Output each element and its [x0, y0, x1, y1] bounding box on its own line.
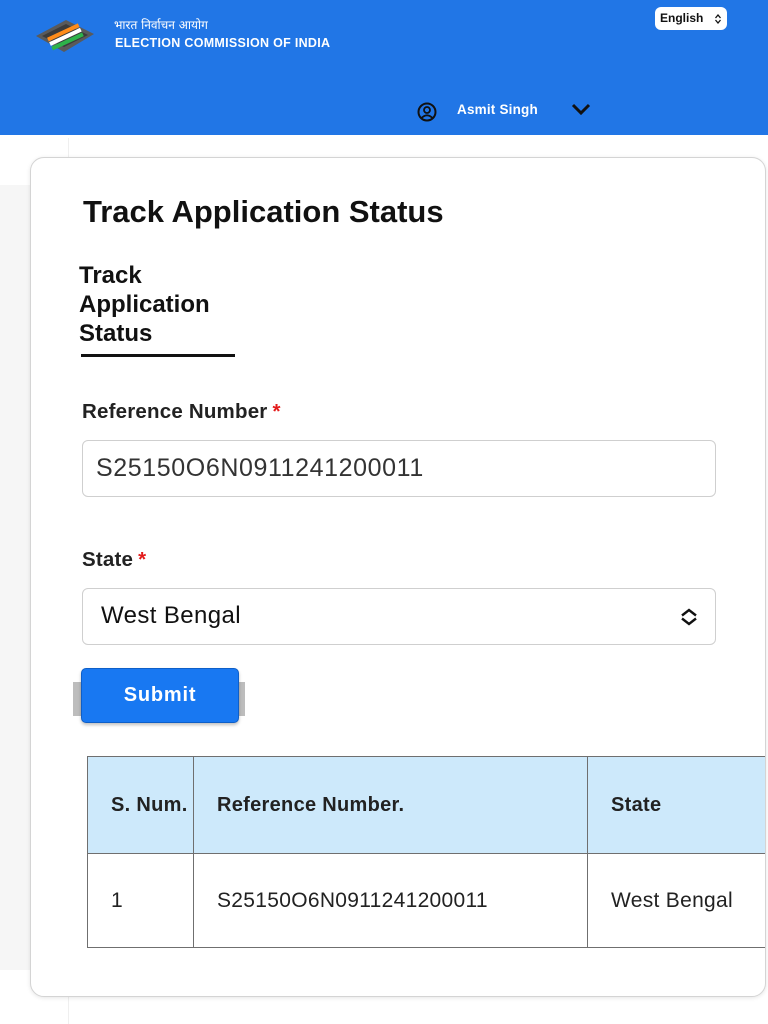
reference-number-input[interactable]	[82, 440, 716, 497]
table-header-row: S. Num. Reference Number. State	[87, 756, 765, 854]
user-name: Asmit Singh	[457, 102, 538, 117]
language-value: English	[660, 11, 704, 25]
cell-reference: S25150O6N0911241200011	[193, 853, 588, 948]
org-name-hindi: भारत निर्वाचन आयोग	[114, 18, 208, 32]
reference-number-label-text: Reference Number	[82, 400, 268, 423]
tab-track-application-status[interactable]: Track Application Status	[79, 261, 235, 348]
page-title: Track Application Status	[83, 194, 444, 229]
site-header: भारत निर्वाचन आयोग ELECTION COMMISSION O…	[0, 0, 768, 135]
state-label-text: State	[82, 548, 134, 571]
language-select[interactable]: English	[655, 7, 727, 30]
column-header-serial: S. Num.	[87, 756, 194, 854]
state-select-value: West Bengal	[101, 602, 242, 629]
eci-logo-icon	[36, 20, 94, 52]
state-select[interactable]: West Bengal	[82, 588, 716, 645]
state-label: State *	[82, 548, 146, 572]
chevron-down-icon[interactable]	[571, 102, 591, 116]
required-marker: *	[272, 400, 281, 423]
cell-serial: 1	[87, 853, 194, 948]
background-panel	[0, 185, 32, 970]
submit-button[interactable]: Submit	[81, 668, 239, 723]
cell-state: West Bengal	[587, 853, 765, 948]
up-down-icon	[681, 608, 697, 626]
org-name-english: ELECTION COMMISSION OF INDIA	[115, 36, 331, 50]
track-status-card: Track Application Status Track Applicati…	[30, 157, 766, 997]
up-down-icon	[715, 14, 721, 24]
reference-number-label: Reference Number *	[82, 400, 281, 424]
table-row: 1 S25150O6N0911241200011 West Bengal	[87, 853, 765, 948]
required-marker: *	[138, 548, 147, 571]
active-tab-indicator	[81, 354, 235, 357]
user-circle-icon	[417, 102, 437, 122]
column-header-reference: Reference Number.	[193, 756, 588, 854]
results-table: S. Num. Reference Number. State 1 S25150…	[87, 756, 765, 948]
column-header-state: State	[587, 756, 765, 854]
